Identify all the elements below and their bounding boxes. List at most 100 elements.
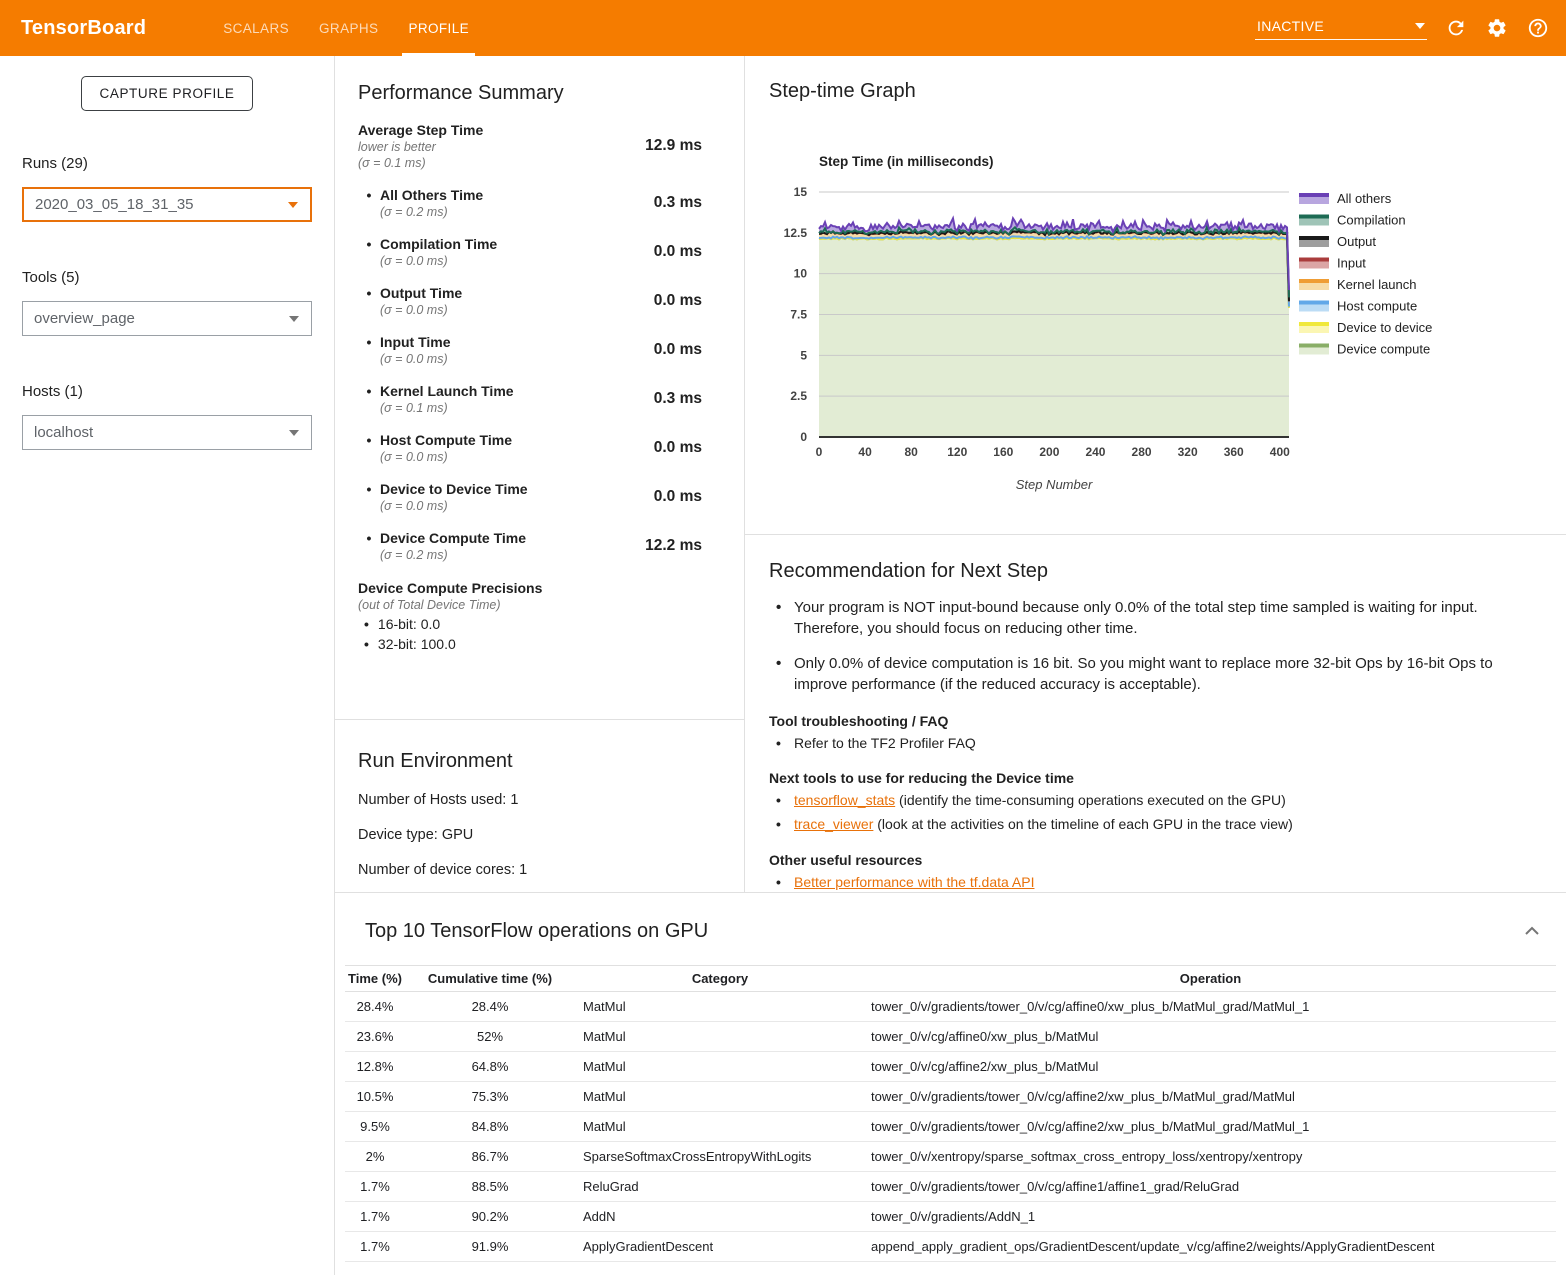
table-cell: ReluGrad	[575, 1172, 865, 1202]
runs-select-value: 2020_03_05_18_31_35	[35, 196, 194, 213]
recommendation-link[interactable]: tensorflow_stats	[794, 792, 895, 808]
table-cell: tower_0/v/gradients/AddN_1	[865, 1202, 1556, 1232]
breakdown-item-sigma: (σ = 0.0 ms)	[380, 352, 451, 366]
refresh-icon[interactable]	[1444, 16, 1468, 40]
breakdown-item-sigma: (σ = 0.0 ms)	[380, 254, 497, 268]
svg-text:40: 40	[858, 445, 872, 459]
svg-text:280: 280	[1132, 445, 1152, 459]
svg-text:2.5: 2.5	[790, 389, 807, 403]
table-cell: 1.7%	[345, 1202, 405, 1232]
table-cell: 28.4%	[405, 992, 575, 1022]
top-ops-column-header: Operation	[865, 966, 1556, 992]
svg-text:7.5: 7.5	[790, 308, 807, 322]
breakdown-item-label: Compilation Time	[380, 236, 497, 252]
breakdown-item-value: 0.0 ms	[654, 292, 744, 310]
reload-status-value: INACTIVE	[1257, 18, 1324, 34]
legend-item-kernel-launch: Kernel launch	[1299, 277, 1417, 292]
table-cell: tower_0/v/cg/affine0/xw_plus_b/MatMul	[865, 1022, 1556, 1052]
bullet-dot: •	[358, 481, 380, 513]
sidebar: CAPTURE PROFILE Runs (29) 2020_03_05_18_…	[0, 56, 335, 1275]
average-step-time-label: Average Step Time	[358, 122, 483, 138]
recommendation-link[interactable]: trace_viewer	[794, 816, 873, 832]
recommendation-sections: Tool troubleshooting / FAQRefer to the T…	[769, 713, 1536, 892]
topbar-right-cluster: INACTIVE	[1255, 16, 1550, 40]
tools-select[interactable]: overview_page	[22, 301, 312, 336]
recommendation-bullet: Your program is NOT input-bound because …	[769, 597, 1529, 640]
recommendation-item-text: Refer to the TF2 Profiler FAQ	[794, 735, 976, 751]
bullet-dot: •	[358, 383, 380, 415]
svg-text:Device compute: Device compute	[1337, 342, 1430, 357]
svg-text:Host compute: Host compute	[1337, 299, 1417, 314]
performance-summary-title: Performance Summary	[358, 82, 744, 105]
top-ops-column-header: Category	[575, 966, 865, 992]
table-cell: tower_0/v/cg/affine2/xw_plus_b/MatMul	[865, 1052, 1556, 1082]
svg-text:320: 320	[1178, 445, 1198, 459]
table-cell: tower_0/v/gradients/tower_0/v/cg/affine0…	[865, 992, 1556, 1022]
recommendation-subheading: Other useful resources	[769, 852, 1536, 868]
svg-text:200: 200	[1039, 445, 1059, 459]
recommendation-link[interactable]: Better performance with the tf.data API	[794, 874, 1034, 890]
table-row: 23.6%52%MatMultower_0/v/cg/affine0/xw_pl…	[345, 1022, 1556, 1052]
hosts-select-value: localhost	[34, 424, 93, 441]
runs-label: Runs (29)	[22, 155, 312, 172]
table-cell: 10.5%	[345, 1082, 405, 1112]
performance-summary-card: Performance Summary Average Step Time lo…	[335, 56, 744, 720]
hosts-select[interactable]: localhost	[22, 415, 312, 450]
step-time-breakdown-item: •Output Time(σ = 0.0 ms)0.0 ms	[358, 285, 744, 317]
table-cell: ApplyGradientDescent	[575, 1232, 865, 1262]
breakdown-item-sigma: (σ = 0.0 ms)	[380, 499, 528, 513]
svg-text:0: 0	[800, 430, 807, 444]
svg-text:Input: Input	[1337, 256, 1366, 271]
table-cell: tower_0/v/xentropy/sparse_softmax_cross_…	[865, 1142, 1556, 1172]
chevron-down-icon	[289, 316, 299, 322]
breakdown-item-label: Device Compute Time	[380, 530, 526, 546]
tab-graphs[interactable]: GRAPHS	[304, 0, 393, 56]
recommendation-subsection: Next tools to use for reducing the Devic…	[769, 770, 1536, 835]
breakdown-item-value: 0.0 ms	[654, 439, 744, 457]
table-cell: 64.8%	[405, 1052, 575, 1082]
table-cell: MatMul	[575, 1052, 865, 1082]
top-ops-column-header: Cumulative time (%)	[405, 966, 575, 992]
collapse-chevron-up-icon[interactable]	[1520, 919, 1544, 943]
run-environment-title: Run Environment	[358, 750, 744, 773]
svg-text:5: 5	[800, 348, 807, 362]
svg-text:Output: Output	[1337, 234, 1376, 249]
breakdown-item-value: 0.0 ms	[654, 341, 744, 359]
breakdown-item-label: Kernel Launch Time	[380, 383, 514, 399]
help-icon[interactable]	[1526, 16, 1550, 40]
runs-select[interactable]: 2020_03_05_18_31_35	[22, 187, 312, 222]
table-cell: 28.4%	[345, 992, 405, 1022]
svg-text:15: 15	[794, 185, 808, 199]
svg-text:Step Time (in milliseconds): Step Time (in milliseconds)	[819, 154, 994, 169]
capture-profile-button[interactable]: CAPTURE PROFILE	[81, 76, 252, 111]
recommendation-title: Recommendation for Next Step	[769, 560, 1536, 583]
table-cell: tower_0/v/gradients/tower_0/v/cg/affine2…	[865, 1112, 1556, 1142]
breakdown-item-value: 0.0 ms	[654, 243, 744, 261]
right-column: Step-time Graph Step Time (in millisecon…	[745, 56, 1566, 892]
tab-scalars[interactable]: SCALARS	[208, 0, 304, 56]
breakdown-item-sigma: (σ = 0.0 ms)	[380, 303, 462, 317]
device-compute-precisions: Device Compute Precisions (out of Total …	[358, 580, 744, 652]
left-column: Performance Summary Average Step Time lo…	[335, 56, 745, 892]
breakdown-item-label: Input Time	[380, 334, 451, 350]
table-cell: AddN	[575, 1202, 865, 1232]
tab-profile[interactable]: PROFILE	[393, 0, 484, 56]
table-cell: append_apply_gradient_ops/GradientDescen…	[865, 1232, 1556, 1262]
step-time-chart: Step Time (in milliseconds)02.557.51012.…	[779, 150, 1565, 500]
table-cell: 12.8%	[345, 1052, 405, 1082]
table-row: 2%86.7%SparseSoftmaxCrossEntropyWithLogi…	[345, 1142, 1556, 1172]
settings-gear-icon[interactable]	[1485, 16, 1509, 40]
recommendation-item: trace_viewer (look at the activities on …	[769, 815, 1536, 834]
recommendation-item: tensorflow_stats (identify the time-cons…	[769, 791, 1536, 810]
recommendation-card: Recommendation for Next Step Your progra…	[745, 535, 1566, 892]
table-row: 9.5%84.8%MatMultower_0/v/gradients/tower…	[345, 1112, 1556, 1142]
reload-status-select[interactable]: INACTIVE	[1255, 16, 1427, 40]
table-row: 12.8%64.8%MatMultower_0/v/cg/affine2/xw_…	[345, 1052, 1556, 1082]
legend-item-input: Input	[1299, 256, 1366, 271]
breakdown-item-label: Device to Device Time	[380, 481, 528, 497]
step-time-breakdown-item: •Host Compute Time(σ = 0.0 ms)0.0 ms	[358, 432, 744, 464]
svg-text:Kernel launch: Kernel launch	[1337, 277, 1417, 292]
table-cell: 75.3%	[405, 1082, 575, 1112]
svg-text:Compilation: Compilation	[1337, 213, 1406, 228]
table-cell: 52%	[405, 1022, 575, 1052]
